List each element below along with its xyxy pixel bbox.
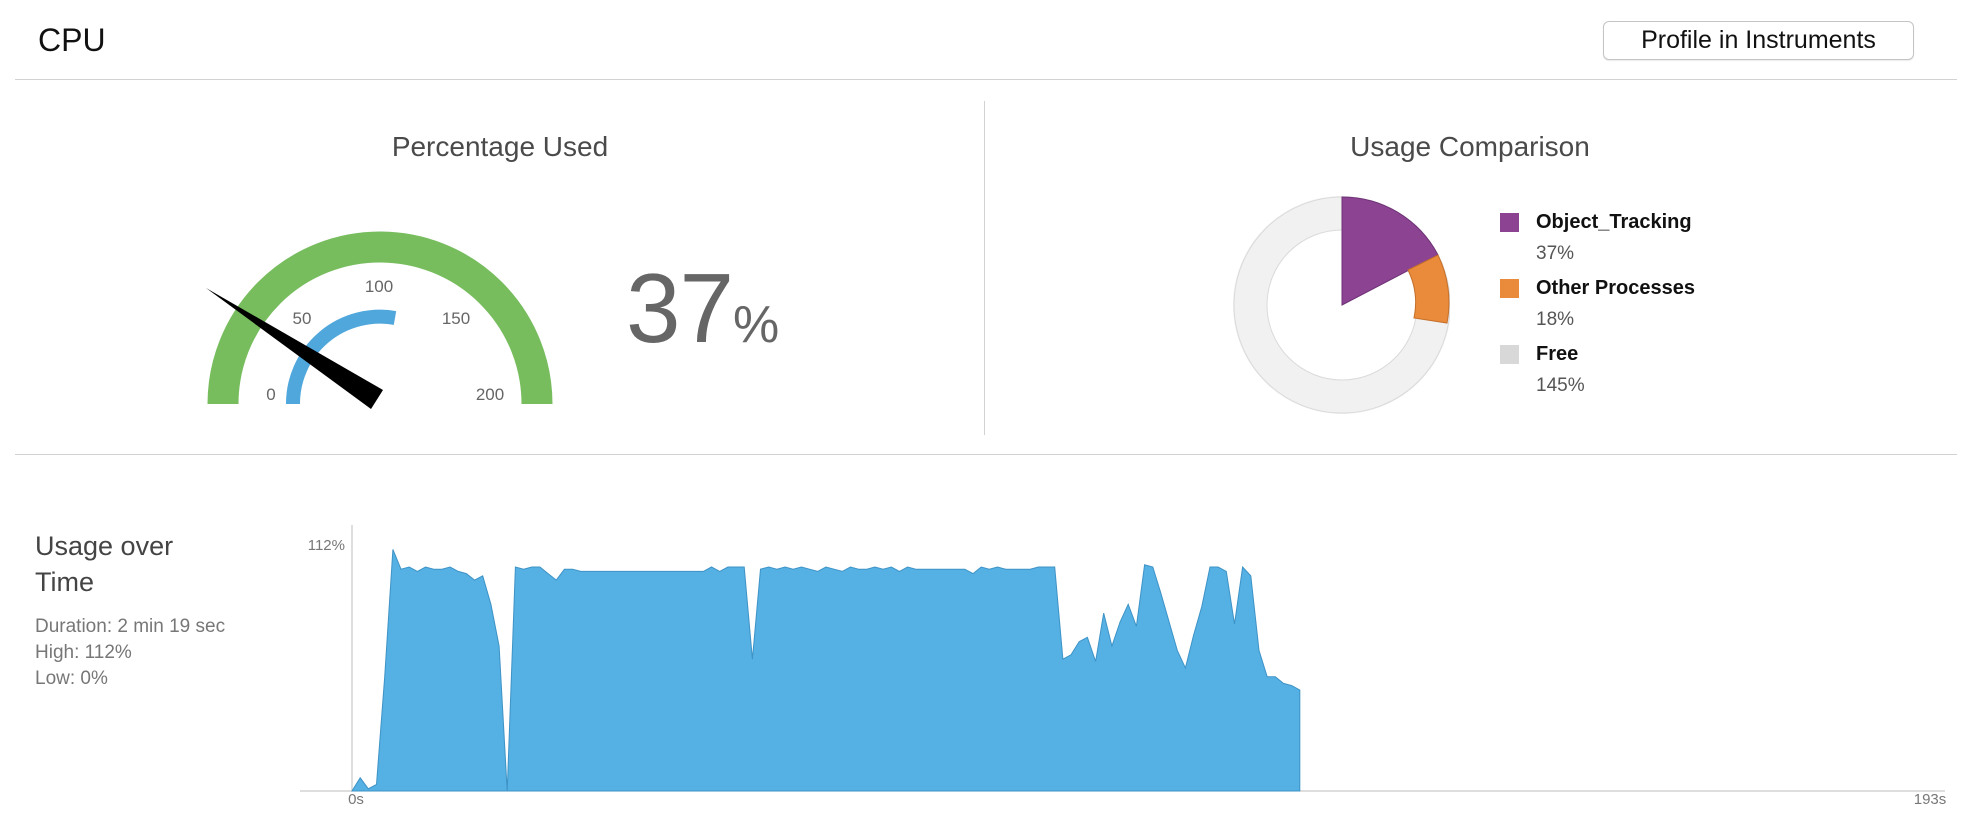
usage-over-time-chart: 112% 0s 193s (300, 525, 1947, 808)
usage-over-time-title: Usage over Time (35, 531, 174, 597)
gauge-tick-50: 50 (293, 309, 312, 328)
x-start-label: 0s (348, 791, 364, 808)
percentage-used-title: Percentage Used (391, 131, 609, 162)
legend-swatch-free (1500, 345, 1519, 364)
legend-value-object-tracking: 37% (1536, 243, 1575, 264)
usage-comparison-title: Usage Comparison (1350, 131, 1590, 162)
gauge-tick-150: 150 (442, 309, 470, 328)
duration-label: Duration: 2 min 19 sec (35, 616, 226, 637)
y-max-label: 112% (308, 537, 345, 554)
page-title: CPU (38, 22, 106, 58)
gauge-tick-200: 200 (476, 385, 504, 404)
legend-name-free: Free (1536, 343, 1579, 365)
low-label: Low: 0% (35, 668, 108, 689)
gauge-value-unit: % (733, 296, 780, 354)
gauge-tick-0: 0 (266, 385, 275, 404)
gauge-value: 37 (626, 253, 734, 363)
profile-in-instruments-button[interactable]: Profile in Instruments (1603, 21, 1914, 60)
usage-comparison-donut (1233, 196, 1450, 414)
legend-name-object-tracking: Object_Tracking (1536, 211, 1692, 233)
middle-divider (15, 454, 1957, 455)
section-divider (984, 101, 985, 435)
gauge-value-readout: 37% (626, 252, 779, 365)
high-label: High: 112% (35, 642, 132, 663)
x-end-label: 193s (1914, 791, 1947, 808)
legend-value-other-processes: 18% (1536, 309, 1575, 330)
legend-swatch-object-tracking (1500, 213, 1519, 232)
legend-name-other-processes: Other Processes (1536, 277, 1695, 299)
gauge-tick-100: 100 (365, 277, 393, 296)
legend-swatch-other-processes (1500, 279, 1519, 298)
legend-value-free: 145% (1536, 375, 1585, 396)
cpu-gauge: 0 50 100 150 200 (206, 231, 553, 409)
cpu-usage-area (351, 549, 1301, 792)
header-divider (15, 79, 1957, 80)
